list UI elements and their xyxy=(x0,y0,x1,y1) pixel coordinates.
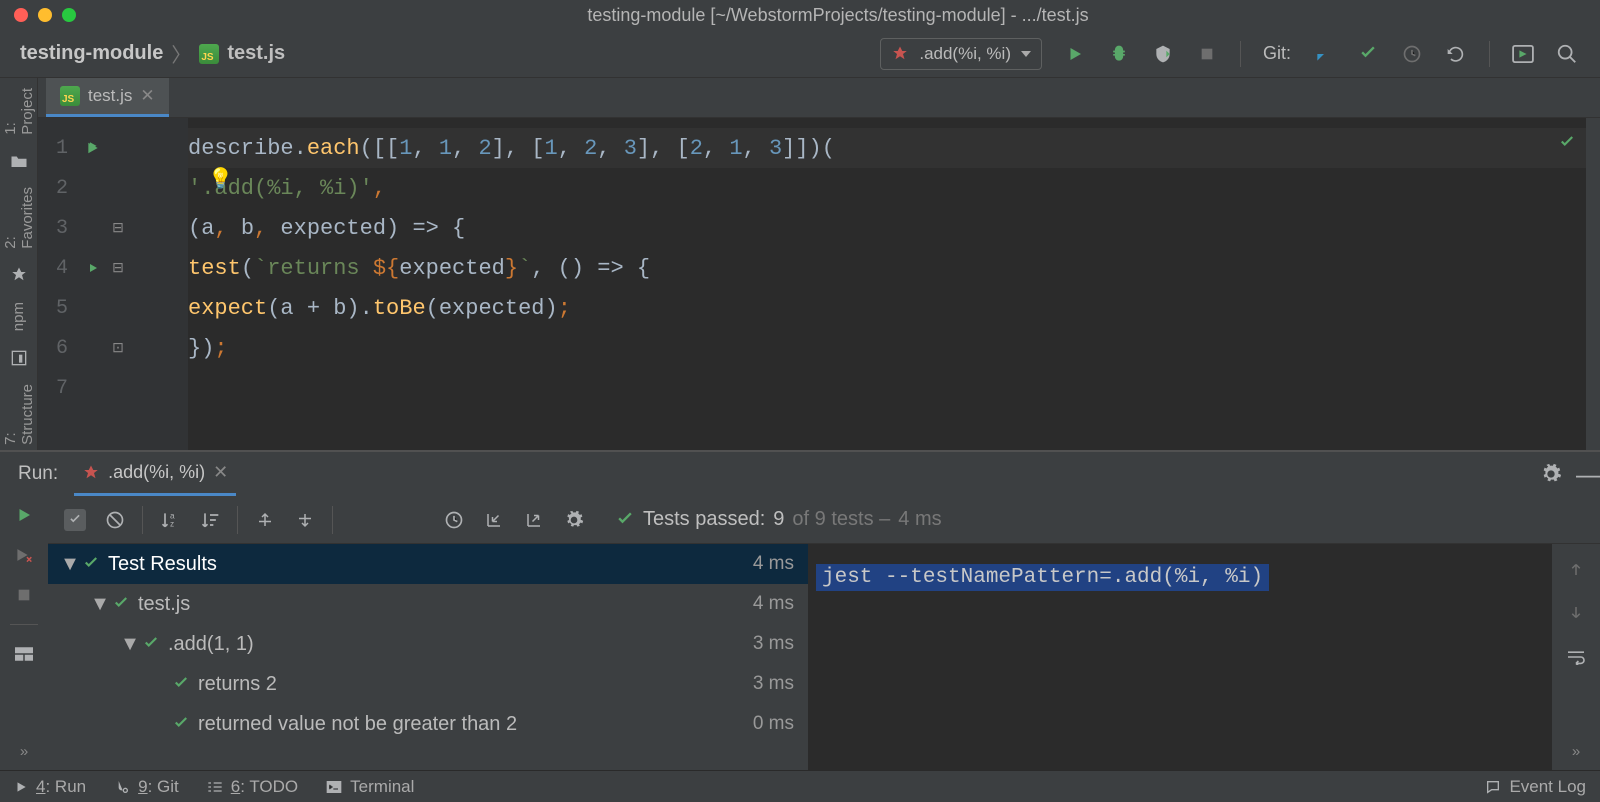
chevron-right-icon: 〉 xyxy=(171,39,191,68)
breadcrumb-project[interactable]: testing-module xyxy=(20,42,163,65)
npm-icon xyxy=(8,350,30,366)
folder-icon xyxy=(8,153,30,169)
commit-icon[interactable] xyxy=(1357,43,1379,65)
sort-icon[interactable]: az xyxy=(159,509,181,531)
rerun-button[interactable] xyxy=(13,504,35,526)
window-title: testing-module [~/WebstormProjects/testi… xyxy=(76,5,1600,26)
star-icon xyxy=(8,266,30,284)
run-tab-label: .add(%i, %i) xyxy=(108,462,205,483)
debug-button[interactable] xyxy=(1108,43,1130,65)
console-more-icon[interactable]: » xyxy=(1565,740,1587,762)
run-button[interactable] xyxy=(1064,43,1086,65)
scroll-up-icon[interactable] xyxy=(1565,558,1587,580)
run-configuration-selector[interactable]: .add(%i, %i) xyxy=(880,38,1042,70)
svg-text:z: z xyxy=(170,518,174,528)
gutter[interactable]: 1 2 3⊟ 4⊟ 5 6⊡ 7 xyxy=(38,118,188,450)
jest-icon xyxy=(82,464,100,482)
show-ignored-toggle[interactable] xyxy=(104,509,126,531)
test-settings-icon[interactable] xyxy=(563,509,585,531)
git-label: Git: xyxy=(1263,43,1291,64)
run-config-label: .add(%i, %i) xyxy=(919,44,1011,64)
run-tool-button[interactable]: 4: Run xyxy=(14,777,86,797)
git-tool-button[interactable]: 9: Git xyxy=(114,777,179,797)
project-tool-button[interactable]: 1: Project xyxy=(2,88,36,135)
scroll-down-icon[interactable] xyxy=(1565,602,1587,624)
intention-bulb-icon[interactable]: 💡 xyxy=(208,166,233,192)
event-log-button[interactable]: Event Log xyxy=(1485,777,1586,797)
inspection-ok-icon[interactable] xyxy=(1558,134,1576,152)
structure-tool-button[interactable]: 7: Structure xyxy=(2,384,36,445)
statusbar: 4: Run 9: Git 6: TODO Terminal Event Log xyxy=(0,770,1600,802)
search-everywhere-icon[interactable] xyxy=(1556,43,1578,65)
more-icon[interactable]: » xyxy=(13,740,35,762)
close-window-button[interactable] xyxy=(14,8,28,22)
run-anything-icon[interactable] xyxy=(1512,43,1534,65)
expand-all-icon[interactable] xyxy=(254,509,276,531)
test-tree[interactable]: ▼Test Results4 ms▼test.js4 ms▼.add(1, 1)… xyxy=(48,544,808,770)
test-status: Tests passed: 9 of 9 tests – 4 ms xyxy=(601,508,942,531)
import-tests-icon[interactable] xyxy=(483,509,505,531)
run-tool-window: Run: .add(%i, %i) ✕ — » xyxy=(0,450,1600,770)
editor-scrollbar[interactable] xyxy=(1586,118,1600,450)
js-file-icon: JS xyxy=(199,44,219,64)
console-rail: » xyxy=(1552,544,1600,770)
todo-tool-button[interactable]: 6: TODO xyxy=(207,777,298,797)
run-left-toolbar: » xyxy=(0,496,48,770)
editor-tab-label: test.js xyxy=(88,86,132,106)
export-tests-icon[interactable] xyxy=(523,509,545,531)
test-tree-row[interactable]: ▼test.js4 ms xyxy=(48,584,808,624)
dropdown-icon xyxy=(1021,51,1031,57)
test-tree-row[interactable]: ▼Test Results4 ms xyxy=(48,544,808,584)
show-passed-toggle[interactable] xyxy=(64,509,86,531)
breadcrumb[interactable]: testing-module 〉 JS test.js xyxy=(0,39,285,68)
test-toolbar: az xyxy=(48,496,1600,544)
hide-panel-icon[interactable]: — xyxy=(1578,463,1600,485)
topbar: testing-module 〉 JS test.js .add(%i, %i)… xyxy=(0,30,1600,78)
update-project-icon[interactable] xyxy=(1313,43,1335,65)
settings-icon[interactable] xyxy=(1540,463,1562,485)
console-command: jest --testNamePattern=.add(%i, %i) xyxy=(816,564,1269,591)
history-tests-icon[interactable] xyxy=(443,509,465,531)
js-file-icon: JS xyxy=(60,86,80,106)
run-tab[interactable]: .add(%i, %i) ✕ xyxy=(74,452,236,496)
collapse-all-icon[interactable] xyxy=(294,509,316,531)
stop-button[interactable] xyxy=(1196,43,1218,65)
editor: JS test.js ✕ 1 2 3⊟ 4⊟ 5 6⊡ 7 💡 describe… xyxy=(38,78,1600,450)
sort-duration-icon[interactable] xyxy=(199,509,221,531)
soft-wrap-icon[interactable] xyxy=(1565,646,1587,668)
code[interactable]: 💡 describe.each([[1, 1, 2], [1, 2, 3], [… xyxy=(188,118,1586,450)
stop-tests-button[interactable] xyxy=(13,584,35,606)
run-label: Run: xyxy=(18,463,58,485)
prev-failed-icon[interactable] xyxy=(349,509,371,531)
next-failed-icon[interactable] xyxy=(389,509,411,531)
test-tree-row[interactable]: returns 23 ms xyxy=(48,664,808,704)
breadcrumb-file[interactable]: test.js xyxy=(227,42,285,65)
close-tab-icon[interactable]: ✕ xyxy=(140,86,154,106)
npm-tool-button[interactable]: npm xyxy=(10,302,27,331)
close-run-tab-icon[interactable]: ✕ xyxy=(213,462,228,483)
maximize-window-button[interactable] xyxy=(62,8,76,22)
test-tree-row[interactable]: ▼.add(1, 1)3 ms xyxy=(48,624,808,664)
coverage-button[interactable] xyxy=(1152,43,1174,65)
test-tree-row[interactable]: returned value not be greater than 20 ms xyxy=(48,704,808,744)
favorites-tool-button[interactable]: 2: Favorites xyxy=(2,187,36,249)
code-area[interactable]: 1 2 3⊟ 4⊟ 5 6⊡ 7 💡 describe.each([[1, 1,… xyxy=(38,118,1600,450)
rerun-failed-button[interactable] xyxy=(13,544,35,566)
terminal-tool-button[interactable]: Terminal xyxy=(326,777,414,797)
left-tool-rail: 1: Project 2: Favorites npm 7: Structure… xyxy=(0,78,38,450)
layout-icon[interactable] xyxy=(13,643,35,665)
titlebar: testing-module [~/WebstormProjects/testi… xyxy=(0,0,1600,30)
editor-tab[interactable]: JS test.js ✕ xyxy=(46,78,169,117)
jest-icon xyxy=(891,45,909,63)
revert-icon[interactable] xyxy=(1445,43,1467,65)
minimize-window-button[interactable] xyxy=(38,8,52,22)
history-icon[interactable] xyxy=(1401,43,1423,65)
test-console[interactable]: jest --testNamePattern=.add(%i, %i) xyxy=(808,544,1552,770)
